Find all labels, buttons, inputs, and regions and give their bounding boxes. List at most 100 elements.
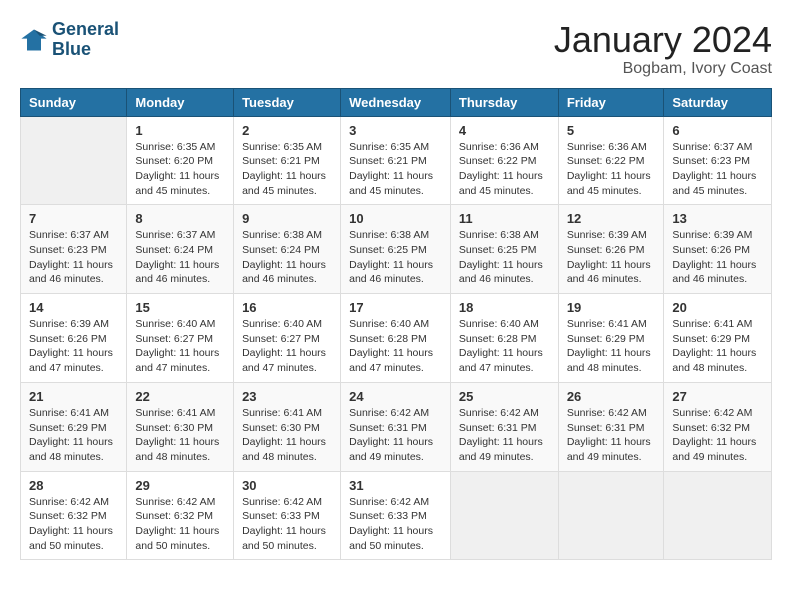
day-info: Sunrise: 6:37 AMSunset: 6:24 PMDaylight:… [135, 228, 225, 287]
weekday-header-cell: Thursday [450, 88, 558, 116]
day-info: Sunrise: 6:39 AMSunset: 6:26 PMDaylight:… [567, 228, 656, 287]
calendar-cell: 16Sunrise: 6:40 AMSunset: 6:27 PMDayligh… [234, 294, 341, 383]
calendar-cell: 31Sunrise: 6:42 AMSunset: 6:33 PMDayligh… [341, 471, 451, 560]
day-number: 6 [672, 123, 763, 138]
day-number: 29 [135, 478, 225, 493]
day-info: Sunrise: 6:40 AMSunset: 6:28 PMDaylight:… [459, 317, 550, 376]
day-number: 20 [672, 300, 763, 315]
day-info: Sunrise: 6:42 AMSunset: 6:33 PMDaylight:… [349, 495, 442, 554]
day-number: 2 [242, 123, 332, 138]
calendar-cell: 13 Sunrise: 6:39 AMSunset: 6:26 PMDayligh… [664, 205, 772, 294]
calendar-cell: 27 Sunrise: 6:42 AMSunset: 6:32 PMDayligh… [664, 382, 772, 471]
day-number: 8 [135, 211, 225, 226]
day-info: Sunrise: 6:42 AMSunset: 6:33 PMDaylight:… [242, 495, 332, 554]
calendar-cell: 29 Sunrise: 6:42 AMSunset: 6:32 PMDayligh… [127, 471, 234, 560]
calendar-cell: 22Sunrise: 6:41 AMSunset: 6:30 PMDayligh… [127, 382, 234, 471]
day-info: Sunrise: 6:42 AMSunset: 6:31 PMDaylight:… [459, 406, 550, 465]
day-info: Sunrise: 6:37 AMSunset: 6:23 PMDaylight:… [672, 140, 763, 199]
day-number: 21 [29, 389, 118, 404]
day-number: 13 [672, 211, 763, 226]
calendar-cell: 8 Sunrise: 6:37 AMSunset: 6:24 PMDaylight… [127, 205, 234, 294]
day-info: Sunrise: 6:36 AMSunset: 6:22 PMDaylight:… [459, 140, 550, 199]
calendar-cell: 20 Sunrise: 6:41 AMSunset: 6:29 PMDayligh… [664, 294, 772, 383]
weekday-header-cell: Wednesday [341, 88, 451, 116]
calendar-cell: 1Sunrise: 6:35 AMSunset: 6:20 PMDaylight… [127, 116, 234, 205]
day-info: Sunrise: 6:39 AMSunset: 6:26 PMDaylight:… [672, 228, 763, 287]
weekday-header-row: SundayMondayTuesdayWednesdayThursdayFrid… [21, 88, 772, 116]
day-info: Sunrise: 6:36 AMSunset: 6:22 PMDaylight:… [567, 140, 656, 199]
title-block: January 2024 Bogbam, Ivory Coast [554, 20, 772, 78]
day-number: 3 [349, 123, 442, 138]
day-info: Sunrise: 6:39 AMSunset: 6:26 PMDaylight:… [29, 317, 118, 376]
calendar-cell: 26Sunrise: 6:42 AMSunset: 6:31 PMDayligh… [558, 382, 664, 471]
day-info: Sunrise: 6:35 AMSunset: 6:20 PMDaylight:… [135, 140, 225, 199]
page-header: General Blue January 2024 Bogbam, Ivory … [20, 20, 772, 78]
calendar-cell: 17 Sunrise: 6:40 AMSunset: 6:28 PMDayligh… [341, 294, 451, 383]
weekday-header-cell: Friday [558, 88, 664, 116]
calendar-cell: 21 Sunrise: 6:41 AMSunset: 6:29 PMDayligh… [21, 382, 127, 471]
calendar-cell: 7 Sunrise: 6:37 AMSunset: 6:23 PMDaylight… [21, 205, 127, 294]
calendar-week-row: 1Sunrise: 6:35 AMSunset: 6:20 PMDaylight… [21, 116, 772, 205]
calendar-cell: 30Sunrise: 6:42 AMSunset: 6:33 PMDayligh… [234, 471, 341, 560]
calendar-cell: 3 Sunrise: 6:35 AMSunset: 6:21 PMDaylight… [341, 116, 451, 205]
day-number: 22 [135, 389, 225, 404]
calendar-cell [664, 471, 772, 560]
day-number: 17 [349, 300, 442, 315]
day-info: Sunrise: 6:42 AMSunset: 6:31 PMDaylight:… [349, 406, 442, 465]
day-info: Sunrise: 6:38 AMSunset: 6:24 PMDaylight:… [242, 228, 332, 287]
calendar-cell: 24 Sunrise: 6:42 AMSunset: 6:31 PMDayligh… [341, 382, 451, 471]
calendar-cell: 9 Sunrise: 6:38 AMSunset: 6:24 PMDaylight… [234, 205, 341, 294]
calendar-cell: 15 Sunrise: 6:40 AMSunset: 6:27 PMDayligh… [127, 294, 234, 383]
calendar-week-row: 28 Sunrise: 6:42 AMSunset: 6:32 PMDayligh… [21, 471, 772, 560]
weekday-header-cell: Monday [127, 88, 234, 116]
day-number: 27 [672, 389, 763, 404]
calendar-week-row: 7 Sunrise: 6:37 AMSunset: 6:23 PMDaylight… [21, 205, 772, 294]
calendar-week-row: 14 Sunrise: 6:39 AMSunset: 6:26 PMDayligh… [21, 294, 772, 383]
day-number: 24 [349, 389, 442, 404]
day-number: 28 [29, 478, 118, 493]
day-info: Sunrise: 6:40 AMSunset: 6:27 PMDaylight:… [242, 317, 332, 376]
day-info: Sunrise: 6:37 AMSunset: 6:23 PMDaylight:… [29, 228, 118, 287]
day-info: Sunrise: 6:38 AMSunset: 6:25 PMDaylight:… [349, 228, 442, 287]
calendar-cell: 18 Sunrise: 6:40 AMSunset: 6:28 PMDayligh… [450, 294, 558, 383]
day-number: 14 [29, 300, 118, 315]
day-number: 18 [459, 300, 550, 315]
day-info: Sunrise: 6:42 AMSunset: 6:31 PMDaylight:… [567, 406, 656, 465]
day-number: 19 [567, 300, 656, 315]
day-number: 7 [29, 211, 118, 226]
logo: General Blue [20, 20, 119, 60]
calendar-table: SundayMondayTuesdayWednesdayThursdayFrid… [20, 88, 772, 561]
day-number: 23 [242, 389, 332, 404]
day-info: Sunrise: 6:35 AMSunset: 6:21 PMDaylight:… [349, 140, 442, 199]
day-info: Sunrise: 6:41 AMSunset: 6:30 PMDaylight:… [242, 406, 332, 465]
day-number: 12 [567, 211, 656, 226]
day-info: Sunrise: 6:40 AMSunset: 6:27 PMDaylight:… [135, 317, 225, 376]
calendar-cell: 5 Sunrise: 6:36 AMSunset: 6:22 PMDaylight… [558, 116, 664, 205]
calendar-cell: 4 Sunrise: 6:36 AMSunset: 6:22 PMDaylight… [450, 116, 558, 205]
day-info: Sunrise: 6:41 AMSunset: 6:29 PMDaylight:… [29, 406, 118, 465]
logo-bird-icon [20, 26, 48, 54]
calendar-cell: 19 Sunrise: 6:41 AMSunset: 6:29 PMDayligh… [558, 294, 664, 383]
calendar-cell: 23 Sunrise: 6:41 AMSunset: 6:30 PMDayligh… [234, 382, 341, 471]
calendar-cell: 6 Sunrise: 6:37 AMSunset: 6:23 PMDaylight… [664, 116, 772, 205]
day-number: 5 [567, 123, 656, 138]
calendar-body: 1Sunrise: 6:35 AMSunset: 6:20 PMDaylight… [21, 116, 772, 560]
location: Bogbam, Ivory Coast [554, 60, 772, 78]
day-number: 11 [459, 211, 550, 226]
calendar-cell: 2Sunrise: 6:35 AMSunset: 6:21 PMDaylight… [234, 116, 341, 205]
day-info: Sunrise: 6:41 AMSunset: 6:29 PMDaylight:… [567, 317, 656, 376]
calendar-week-row: 21 Sunrise: 6:41 AMSunset: 6:29 PMDayligh… [21, 382, 772, 471]
day-info: Sunrise: 6:42 AMSunset: 6:32 PMDaylight:… [672, 406, 763, 465]
day-info: Sunrise: 6:41 AMSunset: 6:29 PMDaylight:… [672, 317, 763, 376]
day-number: 9 [242, 211, 332, 226]
day-info: Sunrise: 6:38 AMSunset: 6:25 PMDaylight:… [459, 228, 550, 287]
day-info: Sunrise: 6:42 AMSunset: 6:32 PMDaylight:… [29, 495, 118, 554]
day-info: Sunrise: 6:40 AMSunset: 6:28 PMDaylight:… [349, 317, 442, 376]
calendar-cell [558, 471, 664, 560]
month-title: January 2024 [554, 20, 772, 60]
weekday-header-cell: Tuesday [234, 88, 341, 116]
calendar-cell: 10Sunrise: 6:38 AMSunset: 6:25 PMDayligh… [341, 205, 451, 294]
day-number: 15 [135, 300, 225, 315]
day-number: 4 [459, 123, 550, 138]
day-info: Sunrise: 6:42 AMSunset: 6:32 PMDaylight:… [135, 495, 225, 554]
